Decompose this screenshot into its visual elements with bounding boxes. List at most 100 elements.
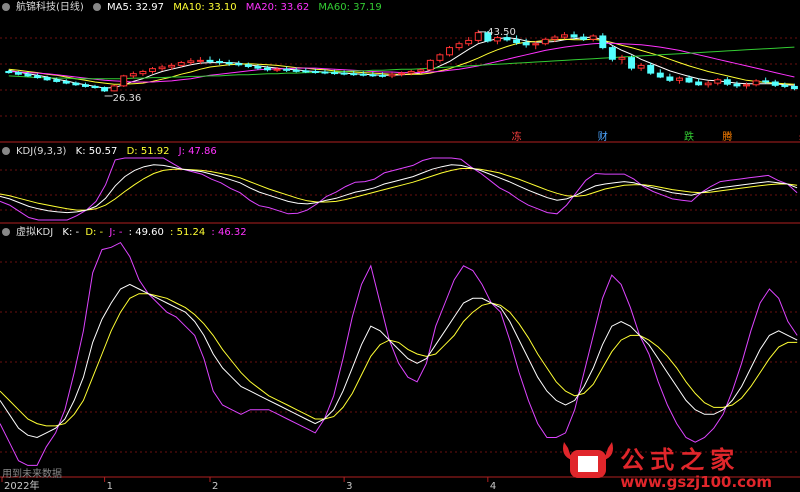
- candle-body: [570, 34, 578, 38]
- candle-body: [417, 69, 425, 72]
- ma60-label: MA60: 37.19: [318, 2, 382, 13]
- candle-body: [493, 37, 501, 42]
- kdj-d-line: [0, 168, 798, 211]
- candle-body: [771, 81, 779, 86]
- candle-body: [628, 57, 636, 69]
- candle-body: [455, 43, 463, 49]
- candle-body: [513, 39, 521, 44]
- virtual-kdj-lines: [0, 241, 798, 466]
- candle-body: [292, 69, 300, 72]
- candle-body: [225, 62, 233, 65]
- candle-body: [149, 68, 156, 72]
- candle-body: [43, 77, 51, 81]
- candle-body: [637, 64, 645, 69]
- candle-body: [81, 84, 89, 87]
- candle-body: [91, 85, 99, 89]
- vkdj-settings-dot-icon[interactable]: [2, 228, 10, 236]
- candle-body: [743, 84, 750, 87]
- candle-body: [311, 70, 319, 73]
- ma5-label: MA5: 32.97: [107, 2, 165, 13]
- watermark-text: 公式之家: [620, 446, 741, 474]
- candle-body: [618, 57, 626, 60]
- candle-body: [129, 73, 137, 77]
- candle-body: [264, 67, 271, 71]
- candle-body: [158, 66, 166, 70]
- candle-body: [436, 54, 444, 61]
- ma20-value: 33.62: [280, 2, 310, 13]
- kdj-lines: [0, 157, 798, 221]
- candle-body: [340, 72, 348, 75]
- vkdj-k: K: -: [62, 227, 80, 238]
- ma-toggle-icon[interactable]: [93, 3, 101, 11]
- vkdj-name: 虚拟KDJ: [16, 227, 54, 238]
- candle-body: [369, 74, 377, 77]
- candle-body: [139, 70, 147, 75]
- candle-body: [781, 84, 789, 87]
- candle-body: [110, 85, 118, 92]
- kdj-k-line: [0, 164, 798, 214]
- candle-body: [321, 71, 329, 74]
- stock-chart: 43.5026.36冻财跌腾s 2022年1234: [0, 27, 800, 492]
- stock-name: 航锦科技(日线): [16, 2, 84, 13]
- candle-body: [426, 59, 434, 71]
- candle-body: [580, 36, 588, 40]
- settings-dot-icon[interactable]: [2, 3, 10, 11]
- ma5-value: 32.97: [135, 2, 165, 13]
- vkdj-j: J: -: [109, 227, 123, 238]
- candle-body: [541, 38, 549, 45]
- candle-body: [34, 75, 42, 79]
- candle-body: [187, 60, 195, 64]
- x-tick-label: 2022年: [4, 479, 39, 492]
- vkdj-d: D: -: [85, 227, 104, 238]
- candle-body: [752, 80, 760, 86]
- x-axis: 2022年 1 2 3 4: [1, 477, 496, 492]
- x-tick-label: 3: [346, 481, 352, 492]
- candle-body: [62, 80, 70, 84]
- x-tick-label: 4: [490, 481, 496, 492]
- candle-body: [235, 63, 243, 66]
- candle-body: [465, 39, 473, 45]
- kdj-settings-dot-icon[interactable]: [2, 147, 10, 155]
- high-label: 43.50: [487, 27, 516, 38]
- ma10-label: MA10: 33.10: [173, 2, 237, 13]
- signal-label: 腾: [722, 130, 732, 143]
- candle-body: [273, 68, 281, 71]
- watermark: 公式之家 www.gszj100.com: [620, 440, 772, 491]
- candle-body: [407, 70, 415, 74]
- candle-body: [350, 73, 358, 76]
- low-label: 26.36: [113, 93, 142, 104]
- candle-body: [283, 68, 291, 71]
- vkdj-j-line: [0, 241, 798, 466]
- kdj-name: KDJ(9,3,3): [16, 146, 67, 157]
- candle-body: [196, 59, 204, 62]
- candle-body: [733, 83, 741, 87]
- vkdj-k-line: [0, 283, 798, 439]
- candle-body: [254, 65, 262, 69]
- candle-body: [762, 80, 770, 83]
- vkdj-v3: : 46.32: [211, 227, 247, 238]
- bull-logo-icon: [563, 442, 613, 478]
- candle-body: [24, 73, 32, 77]
- candle-body: [790, 85, 798, 90]
- candle-body: [331, 72, 339, 75]
- candle-body: [532, 43, 540, 46]
- candle-body: [14, 72, 22, 75]
- signal-label: 跌: [684, 130, 694, 143]
- kdj-k: K: 50.57: [75, 146, 118, 157]
- main-panel-header: 航锦科技(日线) MA5: 32.97 MA10: 33.10 MA20: 33…: [2, 1, 388, 15]
- candle-body: [72, 82, 80, 86]
- candle-body: [53, 79, 61, 82]
- candle-body: [101, 87, 109, 92]
- candle-body: [561, 34, 568, 38]
- candle-body: [446, 47, 453, 56]
- vkdj-d-line: [0, 293, 798, 427]
- candle-body: [206, 59, 214, 62]
- candle-body: [168, 64, 176, 68]
- candle-body: [216, 60, 224, 64]
- future-data-note: 用到未来数据: [2, 469, 62, 480]
- ma10-value: 33.10: [207, 2, 237, 13]
- candle-body: [608, 47, 616, 60]
- candle-body: [378, 74, 386, 77]
- candle-body: [177, 62, 185, 66]
- kdj-panel-header: KDJ(9,3,3) K: 50.57 D: 51.92 J: 47.86: [2, 145, 223, 159]
